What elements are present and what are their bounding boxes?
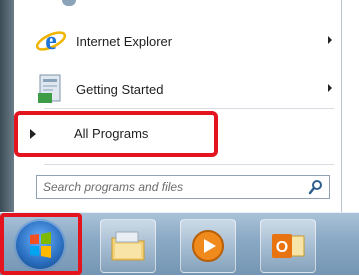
folder-icon xyxy=(111,231,145,261)
menu-item-getting-started[interactable]: Getting Started xyxy=(34,70,342,108)
taskbar-item-outlook[interactable]: O xyxy=(260,219,316,273)
separator xyxy=(44,164,334,165)
all-programs-button[interactable]: All Programs xyxy=(14,111,218,157)
taskbar-item-media-player[interactable] xyxy=(180,219,236,273)
start-menu-frame xyxy=(0,0,14,212)
search-box[interactable] xyxy=(36,175,330,199)
expand-arrow-icon xyxy=(30,129,36,139)
search-icon[interactable] xyxy=(305,178,327,196)
svg-text:e: e xyxy=(45,26,57,55)
svg-text:O: O xyxy=(276,239,288,256)
getting-started-icon xyxy=(34,72,68,106)
menu-item-internet-explorer[interactable]: e Internet Explorer xyxy=(34,22,342,60)
submenu-arrow-icon[interactable] xyxy=(328,36,332,44)
separator xyxy=(44,108,334,109)
menu-item-label: Getting Started xyxy=(76,81,164,97)
menu-item-label: Internet Explorer xyxy=(76,33,173,49)
partial-item-icon xyxy=(62,0,76,6)
internet-explorer-icon: e xyxy=(34,24,68,58)
taskbar-item-explorer[interactable] xyxy=(100,219,156,273)
submenu-arrow-icon[interactable] xyxy=(328,84,332,92)
outlook-icon: O xyxy=(272,234,305,258)
all-programs-label: All Programs xyxy=(74,126,149,141)
search-input[interactable] xyxy=(37,176,299,198)
start-button-highlight xyxy=(0,213,82,275)
media-player-icon xyxy=(192,230,224,262)
